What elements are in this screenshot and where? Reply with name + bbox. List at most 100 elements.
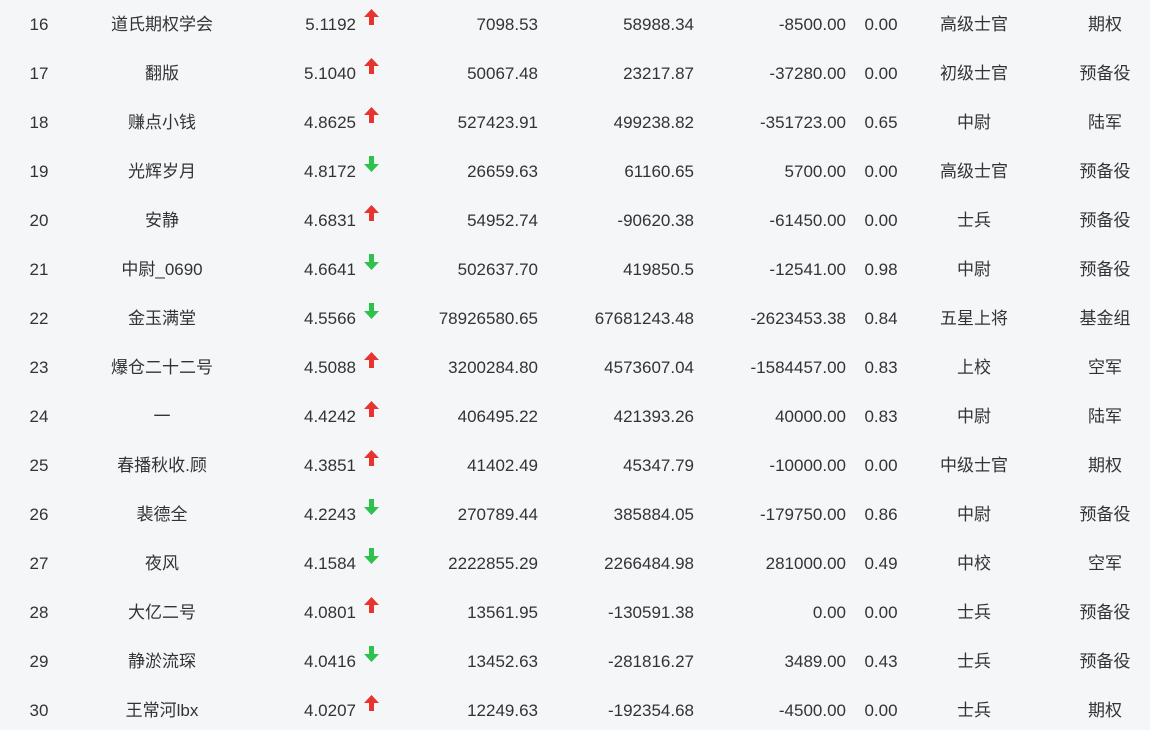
table-row[interactable]: 25 春播秋收.顾 4.3851 41402.49 45347.79 -10000.00 0… — [0, 441, 1150, 490]
table-row[interactable]: 19 光辉岁月 4.8172 26659.63 61160.65 5700.00 0.00 高… — [0, 147, 1150, 196]
group-label: 陆军 — [1088, 407, 1122, 426]
score-value: 5.1040 — [304, 64, 356, 83]
value-col-2: 2266484.98 — [604, 554, 694, 573]
value-col-3: -61450.00 — [769, 211, 846, 230]
trend-cell — [364, 539, 384, 588]
trader-name: 金玉满堂 — [128, 309, 196, 328]
ratio-value: 0.00 — [864, 15, 898, 34]
trend-cell — [364, 0, 384, 49]
score-value: 4.6641 — [304, 260, 356, 279]
value-col-3: 281000.00 — [765, 554, 846, 573]
value-col-3: -10000.00 — [769, 456, 846, 475]
value-col-3: -2623453.38 — [750, 309, 846, 328]
rank-cell: 30 — [29, 701, 49, 720]
table-row[interactable]: 17 翻版 5.1040 50067.48 23217.87 -37280.00 0.00 初… — [0, 49, 1150, 98]
rank-cell: 22 — [29, 309, 49, 328]
ratio-value: 0.98 — [864, 260, 898, 279]
table-row[interactable]: 18 赚点小钱 4.8625 527423.91 499238.82 -351723.00… — [0, 98, 1150, 147]
value-col-1: 502637.70 — [457, 260, 538, 279]
table-row[interactable]: 22 金玉满堂 4.5566 78926580.65 67681243.48 -26234… — [0, 294, 1150, 343]
table-row[interactable]: 28 大亿二号 4.0801 13561.95 -130591.38 0.00 0.00 士兵… — [0, 588, 1150, 637]
value-col-3: -1584457.00 — [750, 358, 846, 377]
value-col-1: 527423.91 — [457, 113, 538, 132]
trader-name: 裴德全 — [136, 505, 188, 524]
group-label: 期权 — [1088, 15, 1122, 34]
value-col-1: 2222855.29 — [448, 554, 538, 573]
trend-cell — [364, 343, 384, 392]
military-rank: 中尉 — [957, 113, 991, 132]
score-value: 4.2243 — [304, 505, 356, 524]
value-col-1: 26659.63 — [467, 162, 538, 181]
table-row[interactable]: 16 道氏期权学会 5.1192 7098.53 58988.34 -8500.00 0.0… — [0, 0, 1150, 49]
value-col-2: -90620.38 — [617, 211, 694, 230]
rank-cell: 17 — [29, 64, 49, 83]
military-rank: 中尉 — [957, 260, 991, 279]
table-row[interactable]: 20 安静 4.6831 54952.74 -90620.38 -61450.00 0.00… — [0, 196, 1150, 245]
value-col-3: -4500.00 — [778, 701, 846, 720]
military-rank: 高级士官 — [940, 15, 1008, 34]
table-row[interactable]: 26 裴德全 4.2243 270789.44 385884.05 -179750.00 0… — [0, 490, 1150, 539]
score-value: 4.4242 — [304, 407, 356, 426]
score-value: 4.1584 — [304, 554, 356, 573]
ratio-value: 0.86 — [864, 505, 898, 524]
score-value: 4.0801 — [304, 603, 356, 622]
trader-name: 道氏期权学会 — [111, 15, 213, 34]
ratio-value: 0.83 — [864, 407, 898, 426]
value-col-3: -12541.00 — [769, 260, 846, 279]
table-row[interactable]: 30 王常河lbx 4.0207 12249.63 -192354.68 -4500.00… — [0, 686, 1150, 730]
value-col-1: 12249.63 — [467, 701, 538, 720]
trader-name: 赚点小钱 — [128, 113, 196, 132]
score-value: 4.0416 — [304, 652, 356, 671]
military-rank: 士兵 — [957, 603, 991, 622]
table-row[interactable]: 29 静淤流琛 4.0416 13452.63 -281816.27 3489.00 0.4… — [0, 637, 1150, 686]
value-col-1: 54952.74 — [467, 211, 538, 230]
value-col-2: 419850.5 — [623, 260, 694, 279]
table-row[interactable]: 23 爆仓二十二号 4.5088 3200284.80 4573607.04 -15844… — [0, 343, 1150, 392]
trader-name: 爆仓二十二号 — [111, 358, 213, 377]
score-value: 5.1192 — [305, 15, 356, 34]
value-col-3: -8500.00 — [778, 15, 846, 34]
trend-cell — [364, 637, 384, 686]
military-rank: 中校 — [957, 554, 991, 573]
trader-name: 春播秋收.顾 — [117, 456, 207, 475]
rank-cell: 23 — [29, 358, 49, 377]
group-label: 预备役 — [1079, 603, 1131, 622]
group-label: 预备役 — [1079, 505, 1131, 524]
rank-cell: 27 — [29, 554, 49, 573]
score-value: 4.8625 — [304, 113, 356, 132]
value-col-3: 3489.00 — [784, 652, 846, 671]
group-label: 预备役 — [1079, 211, 1131, 230]
group-label: 预备役 — [1079, 162, 1131, 181]
military-rank: 士兵 — [957, 211, 991, 230]
group-label: 预备役 — [1079, 260, 1131, 279]
arrow-down-icon — [364, 498, 379, 515]
value-col-2: 58988.34 — [623, 15, 694, 34]
arrow-down-icon — [364, 645, 379, 662]
military-rank: 中尉 — [957, 407, 991, 426]
group-label: 基金组 — [1079, 309, 1131, 328]
table-row[interactable]: 27 夜风 4.1584 2222855.29 2266484.98 281000.00 0… — [0, 539, 1150, 588]
arrow-down-icon — [364, 302, 379, 319]
rank-cell: 26 — [29, 505, 49, 524]
military-rank: 五星上将 — [940, 309, 1008, 328]
group-label: 空军 — [1088, 358, 1122, 377]
ratio-value: 0.00 — [864, 162, 898, 181]
trend-cell — [364, 588, 384, 637]
ratio-value: 0.00 — [864, 211, 898, 230]
value-col-1: 13561.95 — [467, 603, 538, 622]
value-col-2: 45347.79 — [623, 456, 694, 475]
military-rank: 初级士官 — [940, 64, 1008, 83]
value-col-3: 0.00 — [812, 603, 846, 622]
trader-name: 静淤流琛 — [128, 652, 196, 671]
value-col-2: -281816.27 — [607, 652, 694, 671]
ratio-value: 0.00 — [864, 701, 898, 720]
arrow-up-icon — [364, 449, 379, 466]
value-col-1: 78926580.65 — [438, 309, 538, 328]
table-row[interactable]: 24 一 4.4242 406495.22 421393.26 40000.00 0.83 中… — [0, 392, 1150, 441]
table-row[interactable]: 21 中尉_0690 4.6641 502637.70 419850.5 -12541.0… — [0, 245, 1150, 294]
value-col-2: 23217.87 — [623, 64, 694, 83]
ratio-value: 0.00 — [864, 603, 898, 622]
group-label: 预备役 — [1079, 64, 1131, 83]
trader-name: 翻版 — [145, 64, 179, 83]
ratio-value: 0.65 — [864, 113, 898, 132]
